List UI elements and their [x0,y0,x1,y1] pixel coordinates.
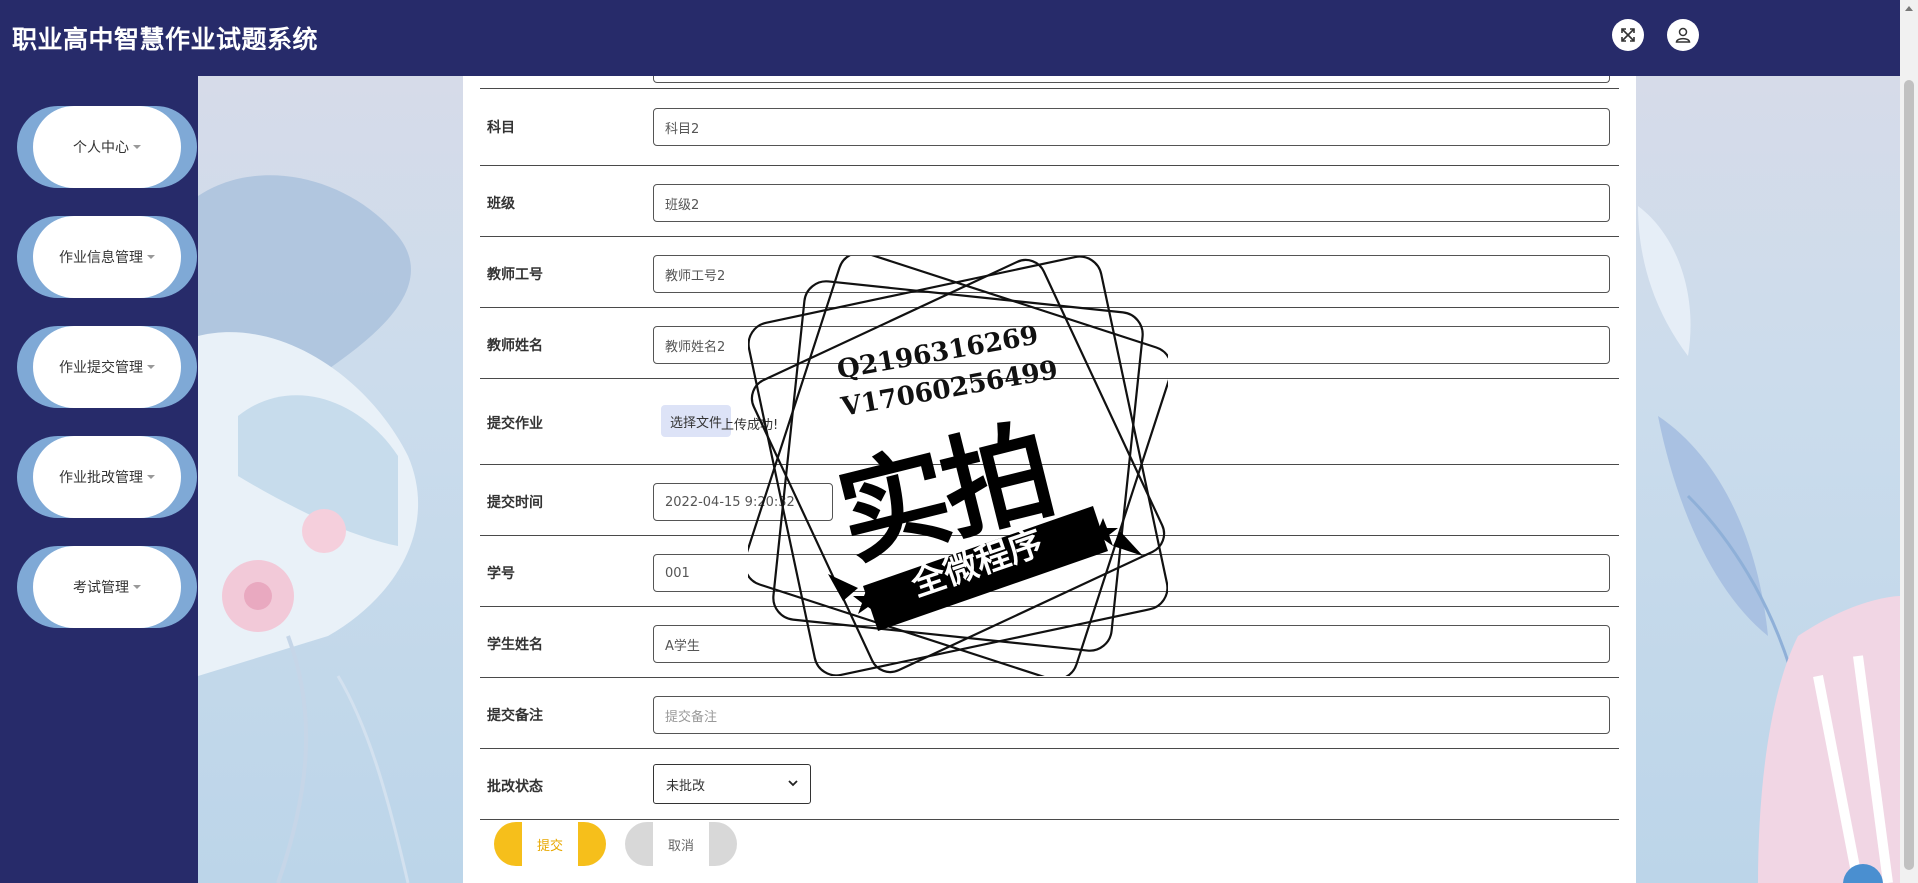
teacher-name-input[interactable]: 教师姓名2 [653,326,1610,364]
class-input[interactable]: 班级2 [653,184,1610,222]
review-status-label: 批改状态 [487,779,543,795]
form-row-teacher-name: 教师姓名 教师姓名2 [480,308,1619,379]
submit-button[interactable]: 提交 [494,822,606,866]
menu-pill: 考试管理 [33,546,181,628]
student-name-input[interactable]: A学生 [653,625,1610,663]
sidebar-item-exam[interactable]: 考试管理 [17,546,197,628]
teacher-id-input[interactable]: 教师工号2 [653,255,1610,293]
user-icon [1675,27,1691,43]
student-name-label: 学生姓名 [487,637,543,653]
student-id-input[interactable]: 001 [653,554,1610,592]
sidebar-item-label: 个人中心 [73,140,129,156]
scroll-thumb[interactable] [1904,80,1914,870]
user-button[interactable] [1667,19,1699,51]
sidebar-item-label: 作业批改管理 [59,470,143,486]
submit-time-label: 提交时间 [487,495,543,511]
teacher-name-label: 教师姓名 [487,338,543,354]
homework-label: 提交作业 [487,416,543,432]
sidebar-item-homework-submit[interactable]: 作业提交管理 [17,326,197,408]
fullscreen-button[interactable] [1612,19,1644,51]
form-row-class: 班级 班级2 [480,166,1619,237]
menu-pill: 作业提交管理 [33,326,181,408]
submit-time-input[interactable]: 2022-04-15 9:20:32 [653,483,833,521]
submit-label: 提交 [522,822,578,866]
form-row-homework-file: 提交作业 选择文件 上传成功! [480,379,1619,465]
caret-down-icon [133,145,141,149]
sidebar-item-personal-center[interactable]: 个人中心 [17,106,197,188]
review-status-select[interactable]: 未批改 [653,764,811,804]
form-row-submit-time: 提交时间 2022-04-15 9:20:32 [480,465,1619,536]
subject-label: 科目 [487,120,515,136]
sidebar-item-homework-info[interactable]: 作业信息管理 [17,216,197,298]
chevron-down-icon [788,777,798,792]
review-status-value: 未批改 [666,778,706,794]
menu-pill: 个人中心 [33,106,181,188]
teacher-id-label: 教师工号 [487,267,543,283]
class-label: 班级 [487,196,515,212]
form-row-subject: 科目 科目2 [480,88,1619,166]
top-header: 职业高中智慧作业试题系统 [0,0,1918,76]
sidebar-item-label: 考试管理 [73,580,129,596]
sidebar: 个人中心 作业信息管理 作业提交管理 作业批改管理 考试管理 [0,76,198,883]
remark-input[interactable]: 提交备注 [653,696,1610,734]
caret-down-icon [147,365,155,369]
caret-down-icon [147,475,155,479]
form-row-student-name: 学生姓名 A学生 [480,607,1619,678]
cancel-label: 取消 [653,822,709,866]
form-row-teacher-id: 教师工号 教师工号2 [480,237,1619,308]
sidebar-item-homework-review[interactable]: 作业批改管理 [17,436,197,518]
fullscreen-icon [1621,28,1635,42]
form-row-remark: 提交备注 提交备注 [480,678,1619,749]
app-title: 职业高中智慧作业试题系统 [12,25,319,54]
upload-status-text: 上传成功! [721,418,779,433]
sidebar-item-label: 作业提交管理 [59,360,143,376]
form-row-student-id: 学号 001 [480,536,1619,607]
caret-down-icon [147,255,155,259]
vertical-scrollbar[interactable] [1900,0,1918,883]
student-id-label: 学号 [487,566,515,582]
subject-input[interactable]: 科目2 [653,108,1610,146]
remark-label: 提交备注 [487,708,543,724]
sidebar-item-label: 作业信息管理 [59,250,143,266]
form-panel: 科目 科目2 班级 班级2 教师工号 教师工号2 教师姓名 教师姓名2 提交作业… [463,68,1636,883]
caret-down-icon [133,585,141,589]
form-row-review-status: 批改状态 未批改 [480,749,1619,820]
scroll-up-icon[interactable] [1905,6,1913,11]
menu-pill: 作业批改管理 [33,436,181,518]
cancel-button[interactable]: 取消 [625,822,737,866]
menu-pill: 作业信息管理 [33,216,181,298]
